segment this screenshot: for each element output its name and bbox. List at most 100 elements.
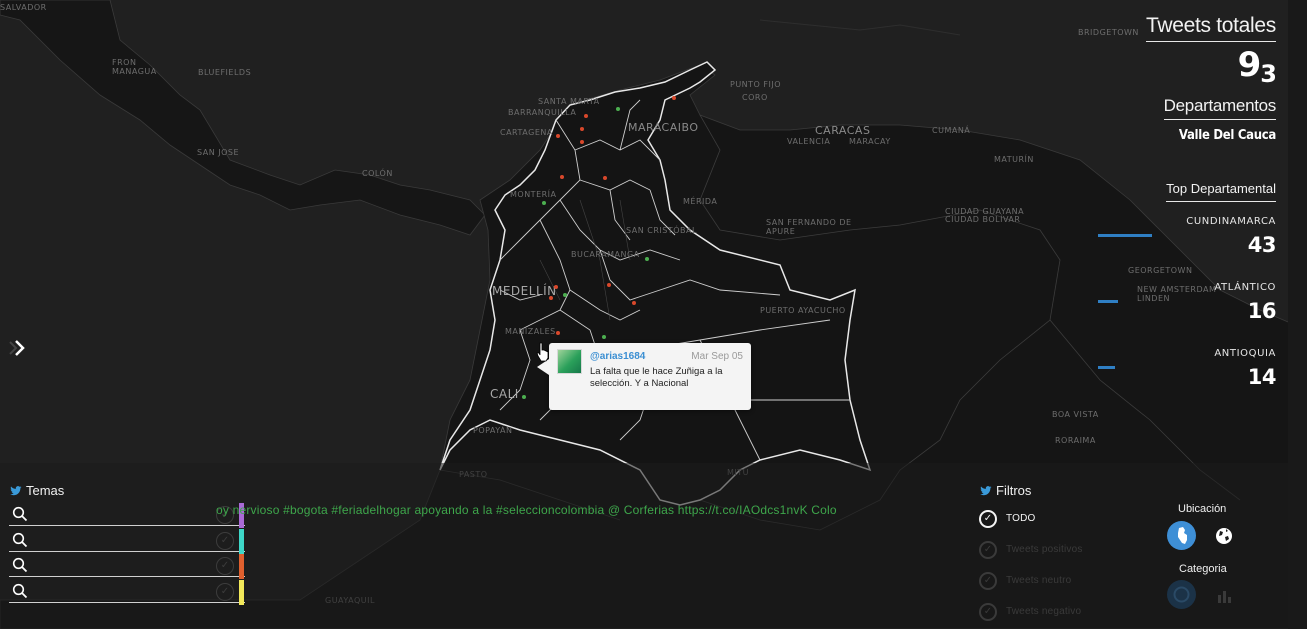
tweet-point[interactable] bbox=[554, 285, 558, 289]
map-label: CORO bbox=[742, 93, 768, 102]
tweet-point[interactable] bbox=[602, 335, 606, 339]
map-label: PUERTO AYACUCHO bbox=[760, 306, 846, 315]
map-label: CUMANÁ bbox=[932, 126, 971, 135]
tema-color-stripe bbox=[239, 554, 244, 579]
tema-search-input[interactable] bbox=[33, 556, 213, 574]
category-chart-toggle-button[interactable] bbox=[1213, 585, 1235, 607]
tweet-point[interactable] bbox=[616, 107, 620, 111]
tweet-ticker[interactable]: oy nervioso #bogota #feriadelhogar apoya… bbox=[216, 503, 956, 519]
map-label: CARTAGENA bbox=[500, 128, 553, 137]
tema-search-input[interactable] bbox=[33, 530, 213, 549]
top-department-name: ATLÁNTICO bbox=[1214, 282, 1276, 293]
tweet-point[interactable] bbox=[522, 395, 526, 399]
map-label: CALI bbox=[490, 387, 519, 401]
tweet-point[interactable] bbox=[563, 293, 567, 297]
tema-check-icon[interactable]: ✓ bbox=[216, 582, 234, 601]
check-circle-icon: ✓ bbox=[979, 510, 997, 528]
tweets-totales-title: Tweets totales bbox=[1145, 14, 1276, 42]
map-label: MEDELLÍN bbox=[492, 284, 557, 298]
tweet-point[interactable] bbox=[542, 201, 546, 205]
stats-panel: Tweets totales 93 Departamentos Valle De… bbox=[1098, 14, 1277, 400]
tweet-point[interactable] bbox=[632, 301, 636, 305]
tweet-username[interactable]: @arias1684 bbox=[590, 351, 645, 362]
map-label: SANTA MARTA bbox=[538, 97, 600, 106]
tweet-point[interactable] bbox=[549, 296, 553, 300]
filter-label: Tweets negativo bbox=[1006, 606, 1082, 617]
tema-search-row: ✓ bbox=[9, 579, 245, 605]
avatar bbox=[557, 349, 582, 374]
top-department-item: ATLÁNTICO 16 bbox=[1098, 282, 1277, 334]
check-circle-icon: ✓ bbox=[979, 572, 997, 590]
scrollbar[interactable] bbox=[1288, 0, 1307, 629]
check-circle-icon: ✓ bbox=[979, 603, 997, 621]
map-label: BARRANQUILLA bbox=[508, 108, 577, 117]
tema-search-row: ✓ bbox=[9, 503, 245, 528]
tema-search-input[interactable] bbox=[33, 581, 213, 600]
top-department-list: CUNDINAMARCA 43 ATLÁNTICO 16 ANTIOQUIA 14 bbox=[1098, 216, 1277, 400]
tweet-point[interactable] bbox=[580, 127, 584, 131]
search-icon bbox=[12, 506, 28, 522]
map-label: MANIZALES bbox=[505, 327, 556, 336]
top-department-count: 14 bbox=[1247, 365, 1277, 389]
map-app: SALVADOR FRON MANAGUA BLUEFIELDS SAN JOSE CO… bbox=[0, 0, 1307, 629]
departamentos-title: Departamentos bbox=[1163, 96, 1276, 120]
tweet-text: La falta que le hace Zuñiga a la selecci… bbox=[590, 366, 723, 389]
colombia-map-toggle-button[interactable] bbox=[1167, 521, 1196, 550]
map-label: FRON MANAGUA bbox=[112, 58, 157, 76]
tweet-point[interactable] bbox=[556, 134, 560, 138]
filter-label: TODO bbox=[1006, 513, 1036, 524]
search-icon bbox=[12, 557, 28, 573]
expand-panel-arrow-icon[interactable] bbox=[6, 338, 32, 360]
tema-check-icon[interactable]: ✓ bbox=[216, 557, 234, 575]
tweet-point[interactable] bbox=[672, 96, 676, 100]
map-label: MATURÍN bbox=[994, 155, 1034, 164]
map-label: RORAIMA bbox=[1055, 436, 1096, 445]
tema-check-icon[interactable]: ✓ bbox=[216, 531, 234, 550]
tweet-point[interactable] bbox=[560, 175, 564, 179]
tweet-point[interactable] bbox=[645, 257, 649, 261]
twitter-bird-icon bbox=[980, 486, 992, 496]
map-label: BOA VISTA bbox=[1052, 410, 1099, 419]
search-icon bbox=[12, 583, 28, 598]
tema-search-row: ✓ bbox=[9, 528, 245, 554]
search-icon bbox=[12, 532, 28, 547]
filter-label: Tweets positivos bbox=[1006, 544, 1083, 555]
top-department-item: ANTIOQUIA 14 bbox=[1098, 348, 1277, 400]
map-label: BLUEFIELDS bbox=[198, 68, 252, 77]
temas-title: Temas bbox=[10, 483, 64, 498]
map-label: SAN CRISTÓBAL bbox=[626, 226, 697, 235]
map-label: MÉRIDA bbox=[683, 197, 718, 206]
map-label: BUCARAMANGA bbox=[571, 250, 640, 259]
bar-chart-icon bbox=[1218, 591, 1231, 603]
hand-cursor-icon bbox=[536, 342, 549, 362]
tweet-point[interactable] bbox=[556, 331, 560, 335]
selected-department: Valle Del Cauca bbox=[1178, 128, 1276, 143]
map-label: SALVADOR bbox=[0, 3, 47, 12]
tweet-point[interactable] bbox=[603, 176, 607, 180]
top-department-name: CUNDINAMARCA bbox=[1186, 216, 1276, 227]
top-department-bar bbox=[1098, 300, 1118, 303]
categoria-label: Categoria bbox=[1179, 563, 1227, 575]
filter-label: Tweets neutro bbox=[1006, 575, 1072, 586]
tema-search-input[interactable] bbox=[33, 505, 213, 523]
tweet-point[interactable] bbox=[580, 140, 584, 144]
tweets-total-count: 93 bbox=[1237, 45, 1277, 88]
map-label: SAN FERNANDO DE APURE bbox=[766, 218, 852, 236]
tweet-tooltip: @arias1684 Mar Sep 05 La falta que le ha… bbox=[537, 343, 751, 410]
tema-search-row: ✓ bbox=[9, 554, 245, 579]
tweet-point[interactable] bbox=[607, 283, 611, 287]
category-toggle-button[interactable] bbox=[1167, 580, 1196, 609]
category-icon bbox=[1173, 586, 1190, 603]
map-label: POPAYÁN bbox=[473, 426, 513, 435]
tweet-date: Mar Sep 05 bbox=[691, 351, 743, 362]
tweet-point[interactable] bbox=[584, 114, 588, 118]
check-circle-icon: ✓ bbox=[979, 541, 997, 559]
top-department-name: ANTIOQUIA bbox=[1214, 348, 1276, 359]
map-label: MARACAIBO bbox=[628, 121, 699, 134]
map-label: CARACAS bbox=[815, 124, 871, 137]
twitter-bird-icon bbox=[10, 486, 22, 496]
world-toggle-button[interactable] bbox=[1213, 525, 1235, 547]
map-label: CIUDAD BOLÍVAR bbox=[945, 215, 1021, 224]
map-label: PUNTO FIJO bbox=[730, 80, 782, 89]
map-label: MONTERÍA bbox=[510, 190, 557, 199]
